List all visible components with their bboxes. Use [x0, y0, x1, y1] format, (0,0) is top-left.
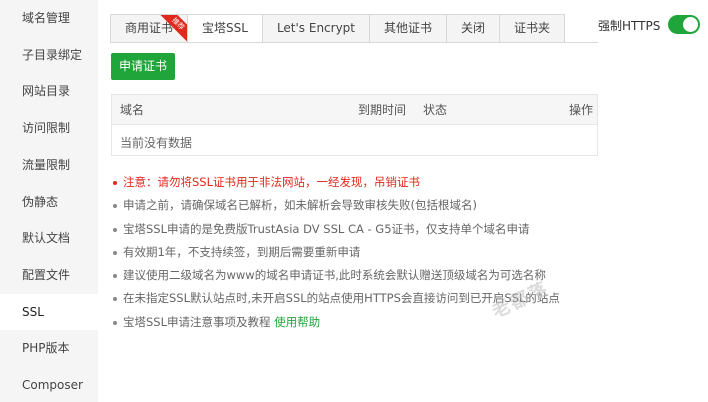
tab-label: 商用证书: [125, 21, 174, 35]
sidebar: 域名管理 子目录绑定 网站目录 访问限制 流量限制 伪静态 默认文档 配置文件 …: [0, 0, 98, 402]
cert-table: 域名 到期时间 状态 操作 当前没有数据: [111, 94, 598, 156]
sidebar-item-default-document[interactable]: 默认文档: [0, 220, 98, 257]
column-header-action: 操作: [569, 103, 594, 117]
tab-other-cert[interactable]: 其他证书: [369, 14, 448, 43]
help-link[interactable]: 使用帮助: [274, 315, 320, 329]
table-empty-text: 当前没有数据: [120, 136, 193, 150]
sidebar-item-composer[interactable]: Composer: [0, 367, 98, 402]
tab-commercial-cert[interactable]: 商用证书 推荐: [110, 14, 189, 43]
sidebar-item-access-restriction[interactable]: 访问限制: [0, 110, 98, 147]
bullet-icon: [113, 227, 117, 232]
sidebar-item-subdirectory-binding[interactable]: 子目录绑定: [0, 37, 98, 74]
bullet-icon: [113, 181, 117, 185]
sidebar-item-traffic-limit[interactable]: 流量限制: [0, 147, 98, 184]
tab-lets-encrypt[interactable]: Let's Encrypt: [261, 14, 371, 43]
sidebar-item-php-version[interactable]: PHP版本: [0, 330, 98, 367]
force-https-label: 强制HTTPS: [598, 19, 661, 33]
note-warning: 注意：请勿将SSL证书用于非法网站，一经发现，吊销证书: [111, 171, 591, 194]
note-item: 在未指定SSL默认站点时,未开启SSL的站点使用HTTPS会直接访问到已开启SS…: [111, 287, 591, 310]
apply-cert-button[interactable]: 申请证书: [111, 53, 175, 80]
tab-divider: [110, 42, 598, 43]
tab-baota-ssl[interactable]: 宝塔SSL: [187, 14, 263, 43]
sidebar-item-config-file[interactable]: 配置文件: [0, 257, 98, 294]
sidebar-item-rewrite[interactable]: 伪静态: [0, 184, 98, 221]
tab-close[interactable]: 关闭: [446, 14, 501, 43]
note-item: 有效期1年，不支持续签，到期后需要重新申请: [111, 241, 591, 264]
table-header: 域名 到期时间 状态 操作: [112, 95, 597, 125]
tab-cert-folder[interactable]: 证书夹: [499, 14, 566, 43]
bullet-icon: [113, 320, 117, 325]
note-item: 宝塔SSL申请的是免费版TrustAsia DV SSL CA - G5证书，仅…: [111, 218, 591, 241]
bullet-icon: [113, 297, 117, 302]
force-https-toggle[interactable]: [668, 15, 700, 34]
sidebar-item-site-directory[interactable]: 网站目录: [0, 73, 98, 110]
bullet-icon: [113, 274, 117, 279]
note-item: 申请之前，请确保域名已解析，如未解析会导致审核失败(包括根域名): [111, 194, 591, 217]
column-header-status: 状态: [423, 103, 448, 117]
column-header-domain: 域名: [120, 103, 145, 117]
column-header-expiry: 到期时间: [358, 103, 407, 117]
ssl-tabs: 商用证书 推荐 宝塔SSL Let's Encrypt 其他证书 关闭 证书夹: [110, 14, 566, 43]
bullet-icon: [113, 204, 117, 209]
note-item: 宝塔SSL申请注意事项及教程 使用帮助: [111, 311, 591, 334]
toggle-knob: [683, 17, 698, 32]
sidebar-item-domain-management[interactable]: 域名管理: [0, 0, 98, 37]
sidebar-item-ssl[interactable]: SSL: [0, 293, 98, 331]
bullet-icon: [113, 250, 117, 255]
notes-list: 注意：请勿将SSL证书用于非法网站，一经发现，吊销证书 申请之前，请确保域名已解…: [111, 171, 591, 334]
note-item: 建议使用二级域名为www的域名申请证书,此时系统会默认赠送顶级域名为可选名称: [111, 264, 591, 287]
